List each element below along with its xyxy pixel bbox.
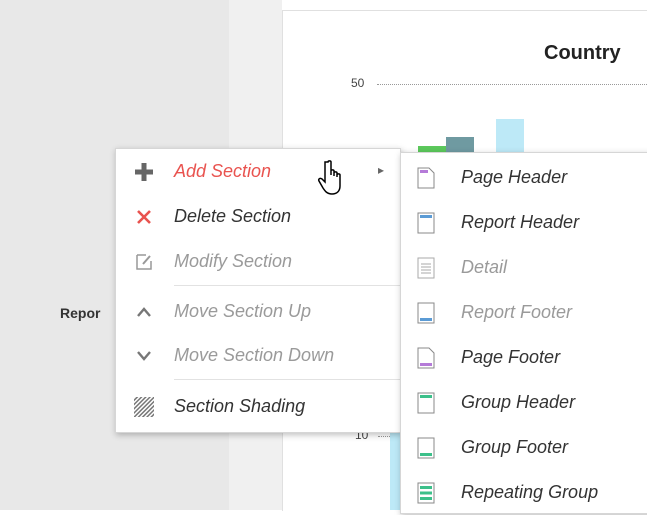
menu-item-move-section-up[interactable]: Move Section Up: [116, 289, 400, 334]
submenu-item-label: Detail: [461, 257, 508, 277]
page-footer-icon: [415, 347, 437, 369]
repeating-group-icon: [415, 482, 437, 504]
gridline-50: [377, 84, 647, 85]
menu-item-label: Move Section Up: [174, 301, 312, 321]
submenu-item-detail[interactable]: Detail: [401, 245, 647, 290]
chevron-up-icon: [133, 301, 155, 323]
plus-icon: [133, 161, 155, 183]
chart-bar: [496, 119, 524, 154]
menu-item-label: Add Section: [174, 161, 272, 181]
menu-item-section-shading[interactable]: Section Shading: [116, 384, 400, 429]
chart-title: Country: [544, 42, 621, 64]
group-footer-icon: [415, 437, 437, 459]
submenu-item-label: Page Footer: [461, 347, 561, 367]
menu-item-add-section[interactable]: Add Section ▸: [116, 149, 400, 194]
report-header-icon: [415, 212, 437, 234]
chevron-right-icon: ▸: [378, 163, 385, 177]
submenu-item-label: Group Header: [461, 392, 576, 412]
menu-item-label: Modify Section: [174, 251, 293, 271]
menu-item-delete-section[interactable]: Delete Section: [116, 194, 400, 239]
chevron-down-icon: [133, 345, 155, 367]
hand-pointer-cursor-icon: [314, 157, 348, 197]
add-section-submenu: Page Header Report Header Detail Report …: [400, 152, 647, 514]
submenu-item-page-footer[interactable]: Page Footer: [401, 335, 647, 380]
menu-item-modify-section[interactable]: Modify Section: [116, 239, 400, 284]
report-footer-icon: [415, 302, 437, 324]
submenu-item-report-footer[interactable]: Report Footer: [401, 290, 647, 335]
submenu-item-label: Group Footer: [461, 437, 569, 457]
menu-item-label: Move Section Down: [174, 345, 335, 365]
x-icon: [133, 206, 155, 228]
detail-icon: [415, 257, 437, 279]
page-header-icon: [415, 167, 437, 189]
report-section-label: Repor: [60, 305, 101, 321]
menu-separator: [174, 379, 400, 380]
menu-item-label: Delete Section: [174, 206, 292, 226]
submenu-item-label: Report Footer: [461, 302, 573, 322]
submenu-item-report-header[interactable]: Report Header: [401, 200, 647, 245]
submenu-item-repeating-group[interactable]: Repeating Group: [401, 470, 647, 515]
menu-item-move-section-down[interactable]: Move Section Down: [116, 333, 400, 378]
submenu-item-page-header[interactable]: Page Header: [401, 155, 647, 200]
submenu-item-group-footer[interactable]: Group Footer: [401, 425, 647, 470]
submenu-item-label: Report Header: [461, 212, 580, 232]
menu-item-label: Section Shading: [174, 396, 306, 416]
context-menu: Add Section ▸ Delete Section Modify Sect…: [115, 148, 401, 433]
submenu-item-label: Repeating Group: [461, 482, 599, 502]
submenu-item-label: Page Header: [461, 167, 568, 187]
menu-separator: [174, 285, 400, 286]
shading-icon: [133, 396, 155, 418]
edit-icon: [133, 251, 155, 273]
group-header-icon: [415, 392, 437, 414]
y-tick-50: 50: [351, 76, 365, 90]
submenu-item-group-header[interactable]: Group Header: [401, 380, 647, 425]
